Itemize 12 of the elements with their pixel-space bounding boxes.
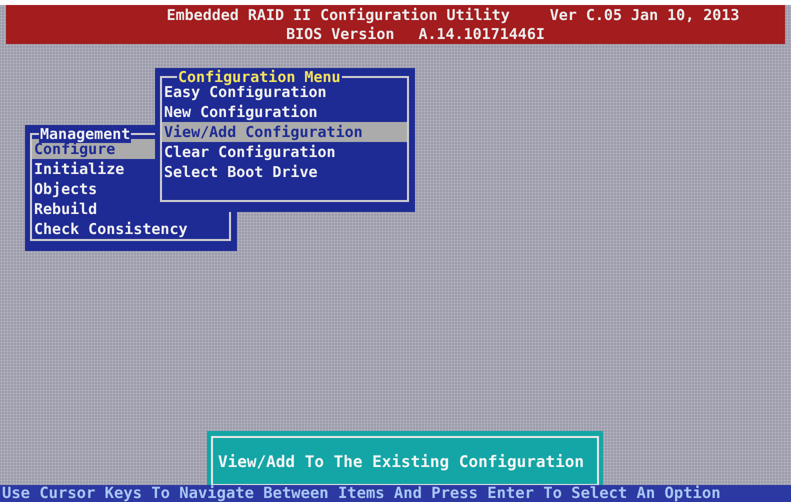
menu-item[interactable]: Check Consistency bbox=[32, 219, 229, 239]
menu-title: Management bbox=[39, 125, 132, 143]
menu-item[interactable]: New Configuration bbox=[162, 102, 407, 122]
bios-version-label: BIOS Version bbox=[286, 24, 394, 44]
menu-item[interactable]: Select Boot Drive bbox=[162, 162, 407, 182]
menu-title: Configuration Menu bbox=[177, 68, 342, 86]
message-text: View/Add To The Existing Configuration bbox=[218, 452, 584, 470]
utility-title: Embedded RAID II Configuration Utility bbox=[166, 6, 510, 24]
version-text: Ver C.05 Jan 10, 2013 bbox=[550, 6, 740, 24]
bios-version-value: A.14.10171446I bbox=[418, 24, 545, 44]
status-text: Use Cursor Keys To Navigate Between Items And Press Enter To Select An Option bbox=[2, 484, 721, 502]
menu-item[interactable]: View/Add Configuration bbox=[162, 122, 407, 142]
